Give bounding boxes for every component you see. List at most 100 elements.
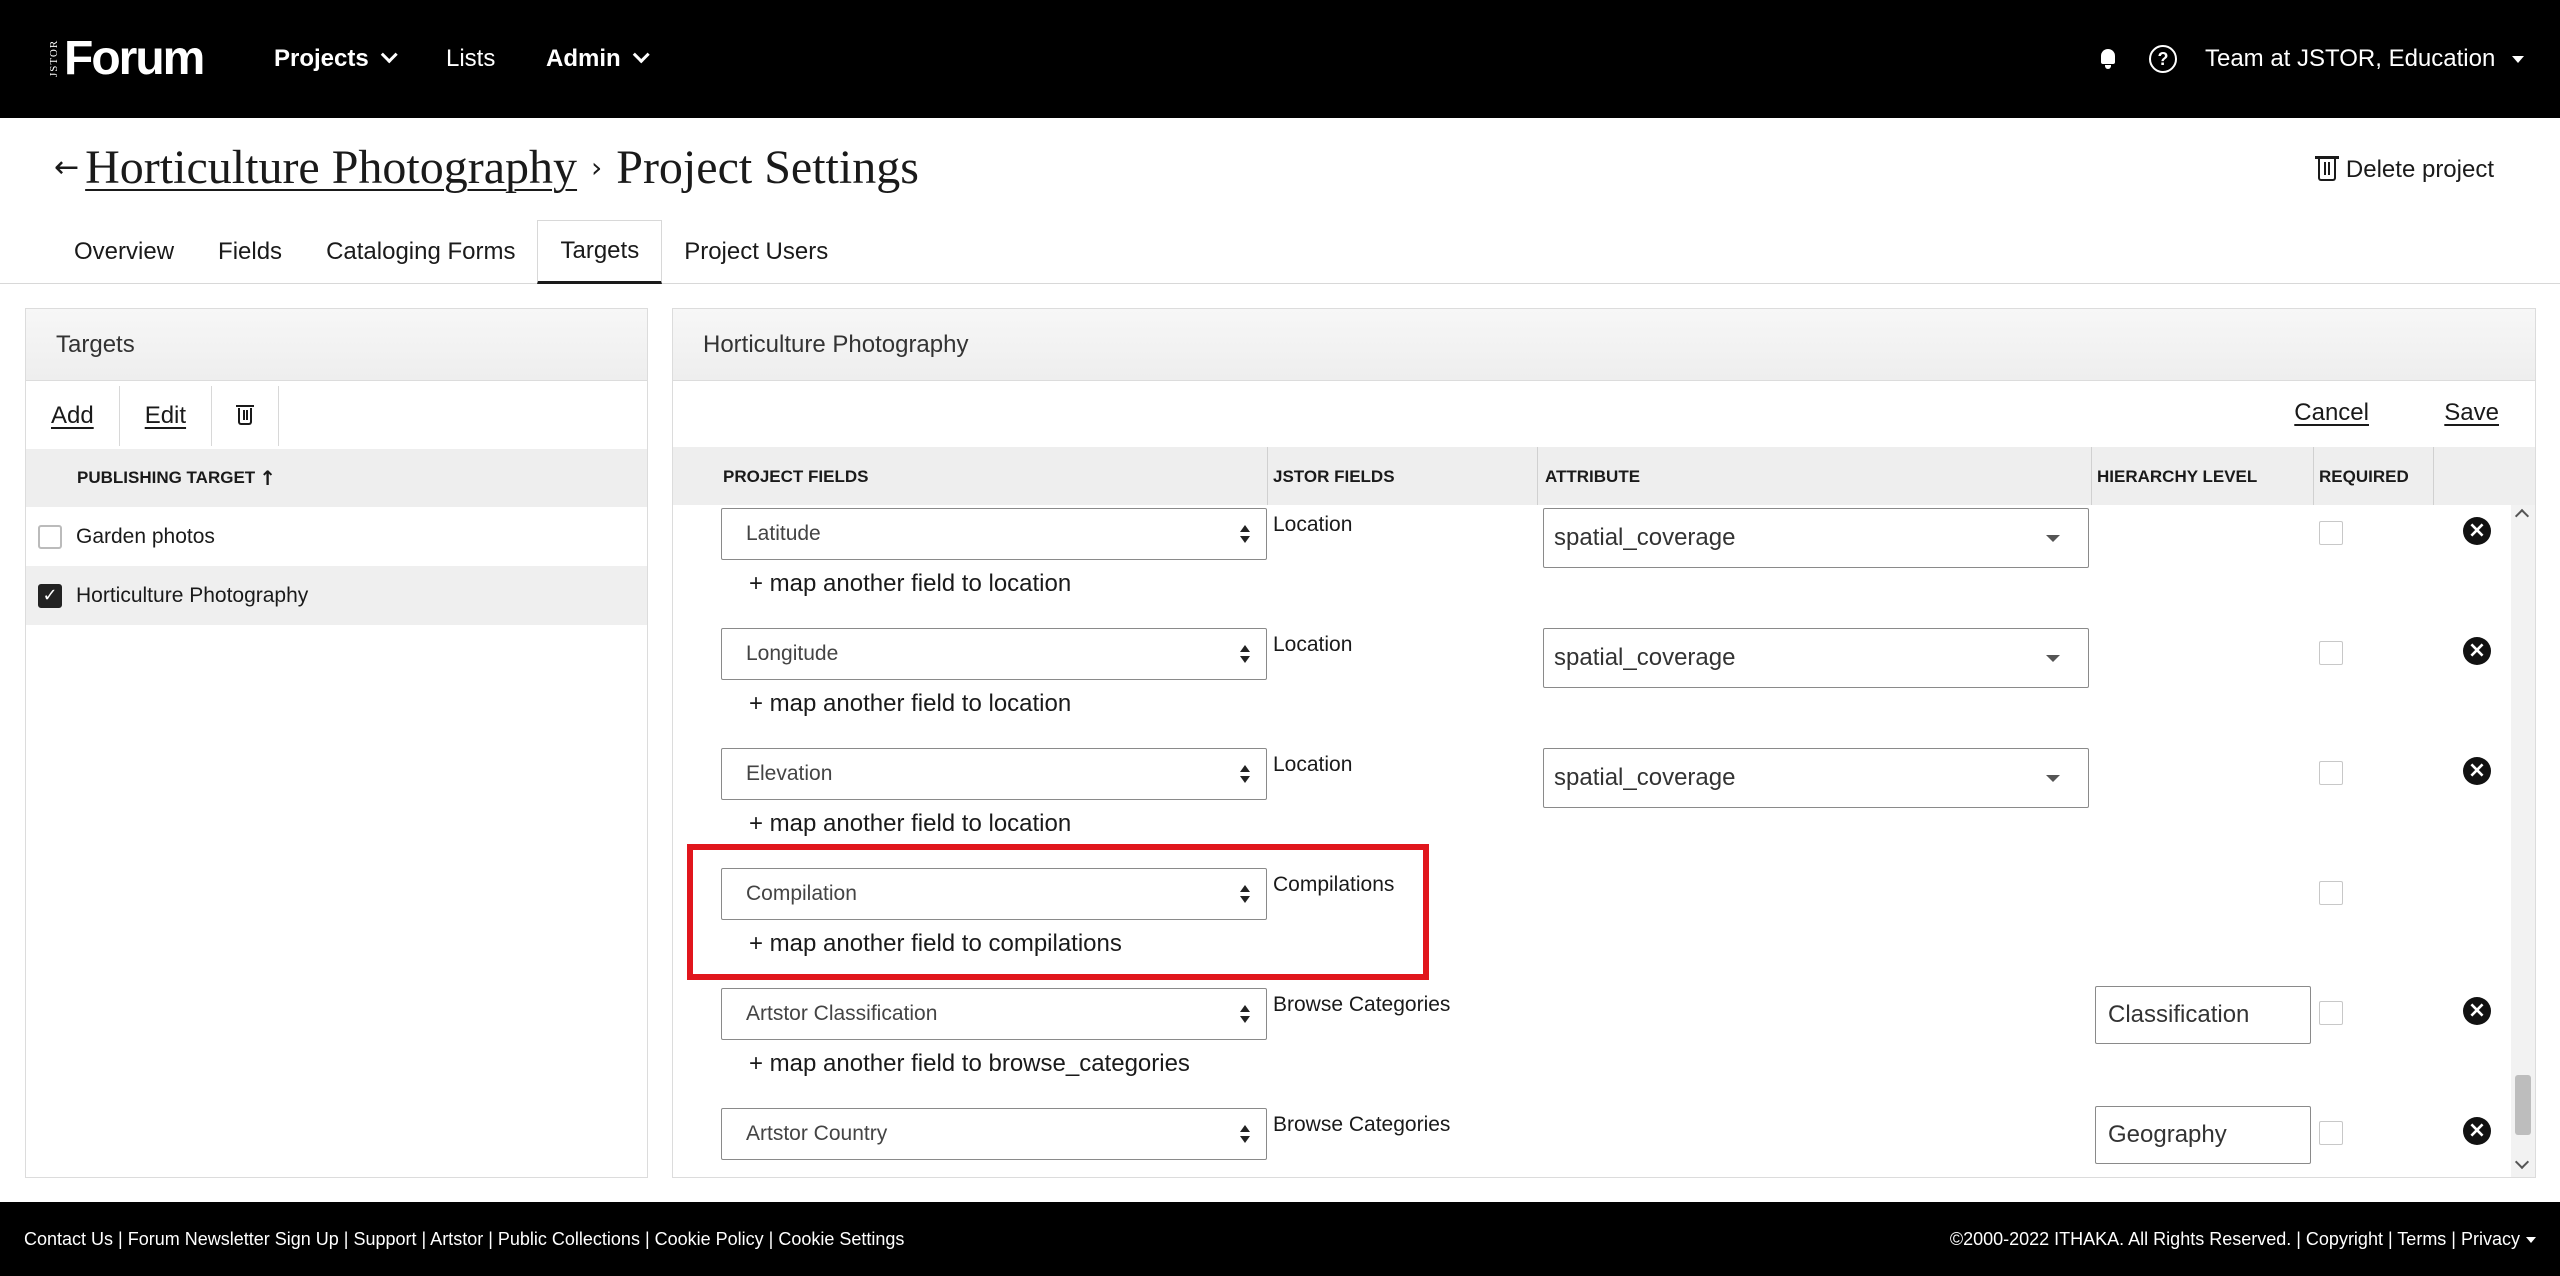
sort-up-arrow-icon: ↑ bbox=[259, 466, 276, 490]
cancel-button[interactable]: Cancel bbox=[2294, 399, 2369, 427]
mapping-actions: Cancel Save bbox=[673, 381, 2535, 447]
mapping-table-header: PROJECT FIELDS JSTOR FIELDS ATTRIBUTE HI… bbox=[673, 447, 2535, 505]
forum-logo[interactable]: JSTOR Forum bbox=[48, 32, 205, 85]
attribute-value: spatial_coverage bbox=[1554, 524, 1736, 551]
required-checkbox[interactable] bbox=[2319, 641, 2343, 665]
required-header: REQUIRED bbox=[2319, 467, 2409, 486]
required-checkbox[interactable] bbox=[2319, 1121, 2343, 1145]
tab-targets[interactable]: Targets bbox=[537, 220, 663, 284]
attribute-select[interactable]: spatial_coverage bbox=[1543, 748, 2089, 808]
settings-tabs: Overview Fields Cataloging Forms Targets… bbox=[52, 220, 850, 284]
publishing-target-header-label: PUBLISHING TARGET bbox=[77, 468, 256, 487]
required-checkbox[interactable] bbox=[2319, 881, 2343, 905]
nav-lists-link[interactable]: Lists bbox=[446, 0, 495, 118]
row-checkbox[interactable]: ✓ bbox=[38, 583, 62, 608]
table-row[interactable]: ✓ Horticulture Photography bbox=[26, 566, 647, 625]
bell-icon[interactable] bbox=[2099, 49, 2117, 69]
mapping-rows: Latitude Location spatial_coverage × + m… bbox=[673, 505, 2535, 1177]
footer-legal[interactable]: ©2000-2022 ITHAKA. All Rights Reserved. … bbox=[1950, 1229, 2536, 1250]
vertical-scrollbar[interactable] bbox=[2511, 505, 2535, 1177]
help-icon[interactable]: ? bbox=[2148, 45, 2177, 73]
project-fields-header: PROJECT FIELDS bbox=[723, 467, 869, 486]
map-another-field-link[interactable]: + map another field to location bbox=[749, 570, 1071, 598]
caret-down-icon bbox=[2046, 775, 2060, 782]
attribute-value: spatial_coverage bbox=[1554, 644, 1736, 671]
remove-mapping-icon[interactable]: × bbox=[2463, 637, 2491, 665]
breadcrumb-separator-icon: › bbox=[591, 151, 603, 184]
required-checkbox[interactable] bbox=[2319, 1001, 2343, 1025]
jstor-field-label: Location bbox=[1273, 513, 1353, 536]
team-menu[interactable]: Team at JSTOR, Education bbox=[2205, 45, 2524, 73]
jstor-field-label: Browse Categories bbox=[1273, 993, 1451, 1016]
page-title: Project Settings bbox=[616, 141, 919, 194]
table-row[interactable]: Garden photos bbox=[26, 507, 647, 566]
breadcrumb-project-link[interactable]: Horticulture Photography bbox=[85, 140, 577, 195]
table-row: Artstor Country Browse Categories Geogra… bbox=[673, 1105, 2513, 1177]
target-name: Horticulture Photography bbox=[76, 583, 309, 607]
delete-target-button[interactable] bbox=[212, 386, 280, 446]
delete-project-button[interactable]: Delete project bbox=[2314, 156, 2494, 184]
project-field-select[interactable]: Longitude bbox=[721, 628, 1267, 680]
project-field-select[interactable]: Elevation bbox=[721, 748, 1267, 800]
caret-down-icon bbox=[2046, 535, 2060, 542]
remove-mapping-icon[interactable]: × bbox=[2463, 1117, 2491, 1145]
tab-overview[interactable]: Overview bbox=[52, 220, 196, 284]
column-divider bbox=[2091, 447, 2092, 505]
column-divider bbox=[2433, 447, 2434, 505]
save-button[interactable]: Save bbox=[2444, 399, 2499, 427]
targets-panel-title: Targets bbox=[26, 309, 647, 381]
attribute-header: ATTRIBUTE bbox=[1545, 467, 1641, 486]
edit-target-button[interactable]: Edit bbox=[120, 386, 213, 446]
remove-mapping-icon[interactable]: × bbox=[2463, 997, 2491, 1025]
project-field-select[interactable]: Latitude bbox=[721, 508, 1267, 560]
column-divider bbox=[2313, 447, 2314, 505]
hierarchy-level-value: Classification bbox=[2108, 1001, 2250, 1028]
user-area: ? Team at JSTOR, Education bbox=[2099, 0, 2524, 118]
project-field-value: Elevation bbox=[746, 762, 833, 785]
select-arrows-icon bbox=[1240, 1123, 1250, 1147]
required-checkbox[interactable] bbox=[2319, 761, 2343, 785]
scrollbar-thumb[interactable] bbox=[2515, 1075, 2531, 1135]
back-arrow-icon[interactable]: ← bbox=[54, 150, 79, 185]
nav-projects-menu[interactable]: Projects bbox=[274, 0, 398, 118]
tab-project-users[interactable]: Project Users bbox=[662, 220, 850, 284]
tab-cataloging-forms[interactable]: Cataloging Forms bbox=[304, 220, 537, 284]
tab-fields[interactable]: Fields bbox=[196, 220, 304, 284]
remove-mapping-icon[interactable]: × bbox=[2463, 757, 2491, 785]
attribute-select[interactable]: spatial_coverage bbox=[1543, 508, 2089, 568]
hierarchy-level-input[interactable]: Classification bbox=[2095, 986, 2311, 1044]
nav-projects-label: Projects bbox=[274, 45, 369, 72]
logo-jstor-text: JSTOR bbox=[48, 39, 60, 77]
trash-icon bbox=[236, 404, 255, 425]
map-another-field-link[interactable]: + map another field to browse_categories bbox=[749, 1050, 1190, 1078]
remove-mapping-icon[interactable]: × bbox=[2463, 517, 2491, 545]
select-arrows-icon bbox=[1240, 523, 1250, 547]
nav-admin-menu[interactable]: Admin bbox=[546, 0, 650, 118]
team-label: Team at JSTOR, Education bbox=[2204, 45, 2496, 72]
top-navigation-bar: JSTOR Forum Projects Lists Admin ? Team … bbox=[0, 0, 2560, 118]
column-divider bbox=[1537, 447, 1538, 505]
chevron-down-icon bbox=[632, 46, 650, 64]
mapping-panel-title: Horticulture Photography bbox=[673, 309, 2535, 381]
scroll-down-icon[interactable] bbox=[2514, 1154, 2530, 1170]
hierarchy-level-input[interactable]: Geography bbox=[2095, 1106, 2311, 1164]
project-field-select[interactable]: Artstor Country bbox=[721, 1108, 1267, 1160]
map-another-field-link[interactable]: + map another field to location bbox=[749, 810, 1071, 838]
attribute-select[interactable]: spatial_coverage bbox=[1543, 628, 2089, 688]
add-target-button[interactable]: Add bbox=[26, 386, 120, 446]
breadcrumb: ← Horticulture Photography › Project Set… bbox=[54, 140, 919, 195]
map-another-field-link[interactable]: + map another field to location bbox=[749, 690, 1071, 718]
select-arrows-icon bbox=[1240, 1003, 1250, 1027]
footer-links[interactable]: Contact Us | Forum Newsletter Sign Up | … bbox=[24, 1229, 904, 1250]
project-field-value: Artstor Country bbox=[746, 1122, 888, 1145]
logo-forum-text: Forum bbox=[64, 31, 205, 85]
scroll-up-icon[interactable] bbox=[2514, 508, 2530, 524]
jstor-field-label: Location bbox=[1273, 633, 1353, 656]
publishing-target-column-header[interactable]: PUBLISHING TARGET ↑ bbox=[26, 449, 647, 507]
table-row: Longitude Location spatial_coverage × + … bbox=[673, 625, 2513, 745]
project-field-select[interactable]: Artstor Classification bbox=[721, 988, 1267, 1040]
targets-toolbar: Add Edit bbox=[26, 383, 647, 449]
required-checkbox[interactable] bbox=[2319, 521, 2343, 545]
row-checkbox[interactable] bbox=[38, 524, 62, 549]
hierarchy-level-value: Geography bbox=[2108, 1121, 2227, 1148]
